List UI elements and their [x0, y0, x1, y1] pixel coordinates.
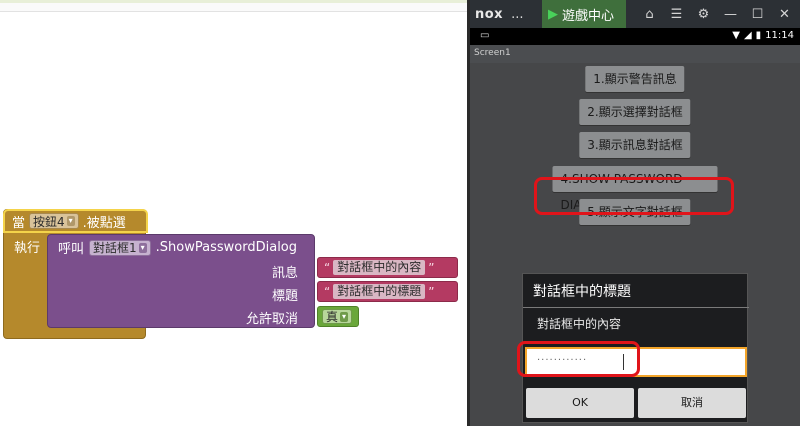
call-label: 呼叫	[58, 242, 85, 257]
event-block-header: 當 按鈕4 ▾ .被點選	[3, 209, 148, 233]
battery-icon: ▮	[755, 30, 762, 41]
signal-icon: ◢	[743, 30, 752, 41]
chevron-down-icon: ▾	[66, 216, 75, 226]
dialog-divider	[523, 307, 749, 308]
call-block-header: 呼叫 對話框1 ▾ .ShowPasswordDialog	[58, 238, 297, 257]
screen-title: Screen1	[470, 45, 800, 63]
text-value[interactable]: 對話框中的內容	[333, 260, 426, 275]
workspace-top-edge	[0, 0, 467, 12]
maximize-icon[interactable]: ☐	[744, 7, 771, 22]
menu-icon[interactable]: ☰	[663, 7, 690, 22]
android-status-bar: ▭ ▼ ◢ ▮ 11:14	[470, 28, 800, 45]
dialog-message: 對話框中的內容	[537, 317, 622, 331]
arg-label-title: 標題	[271, 289, 298, 304]
text-block-message[interactable]: “ 對話框中的內容 ”	[317, 257, 458, 278]
minimize-icon[interactable]: —	[717, 7, 744, 22]
ok-button[interactable]: OK	[526, 388, 634, 418]
when-label: 當	[12, 215, 26, 231]
gear-icon[interactable]: ⚙	[690, 7, 717, 22]
titlebar-controls: ⌂ ☰ ⚙ — ☐ ✕	[636, 0, 798, 28]
component-dropdown-button4[interactable]: 按鈕4 ▾	[29, 213, 79, 229]
component-name: 對話框1	[93, 241, 137, 255]
button-2-choose-dialog[interactable]: 2.顯示選擇對話框	[579, 99, 691, 125]
arg-label-message: 訊息	[271, 266, 298, 281]
more-menu[interactable]: ...	[511, 7, 523, 22]
quote-open: “	[324, 260, 331, 275]
dialog-buttons: OK 取消	[523, 388, 749, 424]
nox-emulator-window: nox ... ▶ 遊戲中心 ⌂ ☰ ⚙ — ☐ ✕ ▭ ▼ ◢ ▮ 11:14…	[470, 0, 800, 426]
event-name: .被點選	[82, 215, 126, 231]
chevron-down-icon: ▾	[340, 311, 349, 322]
call-block-show-password-dialog[interactable]: 呼叫 對話框1 ▾ .ShowPasswordDialog 訊息 標題 允許取消	[47, 234, 315, 328]
status-time: 11:14	[765, 30, 794, 41]
method-name: .ShowPasswordDialog	[155, 240, 298, 255]
component-name: 按鈕4	[33, 214, 65, 229]
quote-close: ”	[428, 284, 435, 299]
keyboard-icon: ▭	[480, 30, 490, 41]
wifi-icon: ▼	[732, 30, 740, 41]
dialog-title: 對話框中的標題	[533, 284, 631, 300]
quote-close: ”	[428, 260, 435, 275]
app-content: 1.顯示警告訊息 2.顯示選擇對話框 3.顯示訊息對話框 4.SHOW PASS…	[470, 63, 800, 426]
highlight-box-password-input	[517, 341, 640, 377]
cancel-button[interactable]: 取消	[638, 388, 746, 418]
status-icons: ▼ ◢ ▮ 11:14	[732, 30, 794, 41]
logic-block-true[interactable]: 真 ▾	[317, 306, 359, 327]
button-3-message-dialog[interactable]: 3.顯示訊息對話框	[579, 132, 691, 158]
chevron-down-icon: ▾	[138, 242, 147, 253]
game-center-label: 遊戲中心	[562, 8, 615, 24]
arg-label-cancelable: 允許取消	[245, 312, 298, 327]
quote-open: “	[324, 284, 331, 299]
nox-logo: nox	[475, 6, 504, 22]
blocks-editor[interactable]: 當 按鈕4 ▾ .被點選 執行 呼叫 對話框1 ▾ .ShowPasswordD…	[0, 0, 467, 426]
button-1-alert[interactable]: 1.顯示警告訊息	[585, 66, 685, 92]
close-icon[interactable]: ✕	[771, 7, 798, 22]
boolean-value: 真	[326, 310, 339, 324]
play-icon: ▶	[548, 6, 558, 22]
shirt-icon[interactable]: ⌂	[636, 7, 663, 22]
text-block-title[interactable]: “ 對話框中的標題 ”	[317, 281, 458, 302]
android-screen: Screen1 1.顯示警告訊息 2.顯示選擇對話框 3.顯示訊息對話框 4.S…	[470, 45, 800, 426]
boolean-dropdown[interactable]: 真 ▾	[322, 309, 353, 324]
game-center-tab[interactable]: ▶ 遊戲中心	[542, 0, 626, 28]
highlight-box-button4	[534, 177, 734, 215]
text-value[interactable]: 對話框中的標題	[333, 284, 426, 299]
component-dropdown-dialog1[interactable]: 對話框1 ▾	[89, 239, 151, 256]
do-label: 執行	[14, 241, 41, 256]
